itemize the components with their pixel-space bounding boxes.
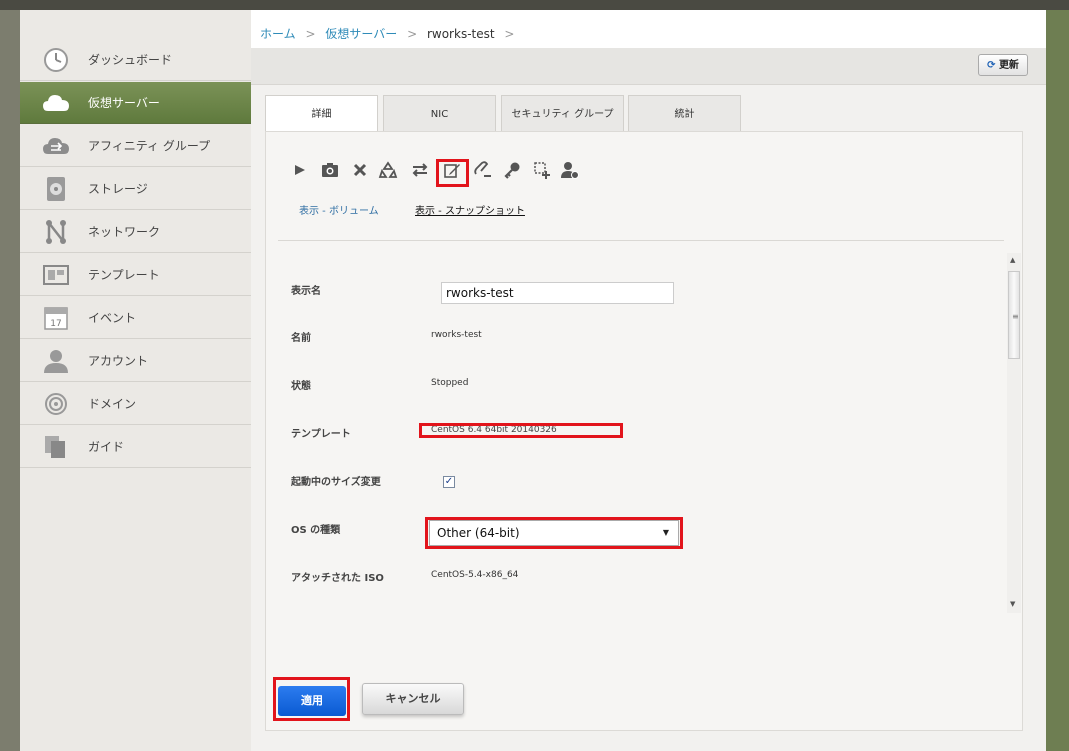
sidebar-item-guide[interactable]: ガイド: [20, 426, 251, 468]
user-icon: [44, 350, 68, 373]
sidebar-item-label: テンプレート: [88, 268, 160, 282]
dynamic-scale-checkbox[interactable]: ✓: [443, 476, 455, 488]
apply-button[interactable]: 適用: [278, 686, 346, 716]
sidebar-item-label: ドメイン: [88, 397, 137, 411]
storage-icon: [47, 177, 65, 201]
sidebar-item-affinity-groups[interactable]: アフィニティ グループ: [20, 125, 251, 167]
breadcrumb-current: rworks-test: [426, 27, 495, 41]
recycle-icon[interactable]: [378, 160, 398, 180]
dashboard-icon: [44, 48, 68, 72]
sidebar-item-label: 仮想サーバー: [88, 96, 160, 110]
main-area: ホーム > 仮想サーバー > rworks-test > ⟳ 更新 詳細 NIC…: [251, 10, 1046, 751]
cloud-sync-icon: [43, 138, 69, 154]
edit-highlight-box: [436, 159, 469, 187]
start-icon[interactable]: [290, 160, 310, 180]
template-highlight-box: [419, 423, 623, 438]
view-snapshots-link[interactable]: 表示 - スナップショット: [415, 202, 525, 217]
sidebar: ダッシュボード 仮想サーバー アフィニティ グループ ストレージ ネットワーク …: [20, 10, 251, 751]
form-scrollbar[interactable]: ▲ ≡ ▼: [1007, 253, 1021, 613]
scroll-up-icon[interactable]: ▲: [1010, 256, 1015, 264]
sidebar-item-label: アカウント: [88, 354, 149, 368]
display-name-input[interactable]: [441, 282, 674, 304]
divider: [278, 240, 1004, 241]
sidebar-item-label: ストレージ: [88, 182, 148, 196]
header-toolbar: ⟳ 更新: [251, 48, 1046, 85]
refresh-icon: ⟳: [987, 60, 996, 71]
breadcrumb-separator: >: [305, 27, 316, 41]
state-label: 状態: [291, 381, 311, 392]
calendar-icon: 17: [44, 307, 68, 330]
sidebar-item-label: アフィニティ グループ: [88, 139, 211, 153]
sidebar-item-label: ネットワーク: [88, 225, 161, 239]
breadcrumb-virtual-servers[interactable]: 仮想サーバー: [325, 27, 397, 41]
breadcrumb: ホーム > 仮想サーバー > rworks-test >: [251, 10, 1046, 48]
top-bar: [0, 0, 1069, 10]
left-frame: [0, 10, 20, 751]
os-type-label: OS の種類: [291, 525, 341, 536]
sidebar-item-events[interactable]: 17 イベント: [20, 297, 251, 339]
key-icon[interactable]: [502, 160, 522, 180]
network-icon: [46, 220, 66, 244]
view-volumes-link[interactable]: 表示 - ボリューム: [299, 202, 379, 217]
destroy-icon[interactable]: [350, 160, 370, 180]
snapshot-icon[interactable]: [320, 160, 340, 180]
name-label: 名前: [291, 333, 311, 344]
dynamic-scale-label: 起動中のサイズ変更: [291, 477, 381, 488]
assign-user-icon[interactable]: [560, 160, 580, 180]
guide-icon: [45, 436, 65, 458]
cancel-button[interactable]: キャンセル: [362, 683, 464, 715]
sidebar-item-label: ガイド: [88, 440, 125, 454]
sidebar-item-templates[interactable]: テンプレート: [20, 254, 251, 296]
iso-label: アタッチされた ISO: [291, 573, 384, 584]
svg-text:17: 17: [50, 319, 61, 329]
right-frame: [1046, 10, 1069, 751]
display-name-label: 表示名: [291, 286, 321, 297]
sidebar-item-label: イベント: [88, 311, 137, 325]
sidebar-item-network[interactable]: ネットワーク: [20, 211, 251, 253]
scroll-down-icon[interactable]: ▼: [1010, 600, 1015, 608]
detach-iso-icon[interactable]: [472, 160, 492, 180]
tab-nic[interactable]: NIC: [383, 95, 496, 132]
sidebar-item-storage[interactable]: ストレージ: [20, 168, 251, 210]
grip-icon: ≡: [1012, 312, 1019, 321]
scroll-thumb[interactable]: ≡: [1008, 271, 1020, 359]
iso-value: CentOS-5.4-x86_64: [431, 570, 519, 580]
breadcrumb-home[interactable]: ホーム: [260, 27, 296, 41]
name-value: rworks-test: [431, 330, 482, 340]
breadcrumb-separator: >: [504, 27, 515, 41]
os-type-highlight-box: [425, 517, 683, 549]
tab-details[interactable]: 詳細: [265, 95, 378, 133]
state-value: Stopped: [431, 378, 469, 388]
breadcrumb-separator: >: [407, 27, 418, 41]
refresh-button[interactable]: ⟳ 更新: [978, 54, 1028, 76]
sidebar-item-dashboard[interactable]: ダッシュボード: [20, 39, 251, 81]
domain-icon: [45, 393, 67, 415]
template-label: テンプレート: [291, 429, 351, 440]
template-icon: [43, 265, 69, 285]
sidebar-item-accounts[interactable]: アカウント: [20, 340, 251, 382]
sidebar-item-domains[interactable]: ドメイン: [20, 383, 251, 425]
migrate-icon[interactable]: [410, 160, 430, 180]
scale-icon[interactable]: [532, 160, 552, 180]
cloud-icon: [43, 95, 69, 111]
sidebar-item-virtual-servers[interactable]: 仮想サーバー: [20, 82, 251, 124]
refresh-label: 更新: [998, 60, 1019, 71]
tab-security-groups[interactable]: セキュリティ グループ: [501, 95, 624, 132]
tab-statistics[interactable]: 統計: [628, 95, 741, 132]
sidebar-item-label: ダッシュボード: [88, 53, 173, 67]
details-panel: 表示 - ボリューム 表示 - スナップショット 表示名 名前 rworks-t…: [265, 131, 1023, 731]
